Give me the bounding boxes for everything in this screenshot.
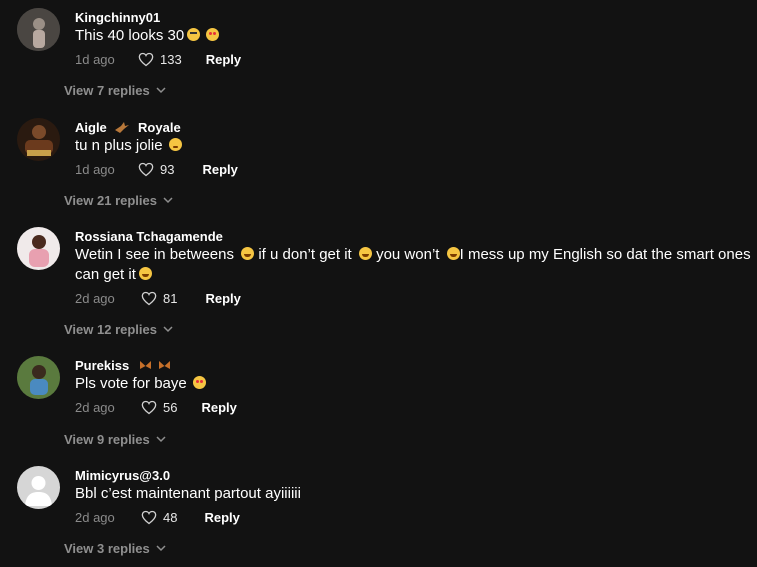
- heart-outline-icon[interactable]: [141, 291, 157, 306]
- avatar[interactable]: [17, 356, 60, 399]
- tears-of-joy-emoji: [241, 247, 255, 260]
- comment-username[interactable]: Aigle Royale: [75, 120, 181, 135]
- view-replies-label: View 3 replies: [64, 541, 150, 556]
- comment-text-body: tu n plus jolie: [75, 137, 163, 154]
- tears-of-joy-emoji: [446, 247, 460, 260]
- avatar[interactable]: [17, 118, 60, 161]
- comment-age: 1d ago: [75, 162, 115, 177]
- comment-text-part: I mess up my English so dat the smart on…: [459, 246, 751, 263]
- like-count: 56: [163, 400, 178, 415]
- comment-username[interactable]: Rossiana Tchagamende: [75, 229, 223, 244]
- comment-text-body: Bbl c’est maintenant partout ayiiiiii: [75, 485, 301, 502]
- like-count: 93: [160, 162, 175, 177]
- view-replies-button[interactable]: View 12 replies: [64, 322, 173, 337]
- comment-text: Bbl c’est maintenant partout ayiiiiii: [75, 484, 757, 504]
- butterfly-icon: [159, 361, 171, 369]
- like-button[interactable]: 81: [141, 291, 177, 306]
- comment-username[interactable]: Kingchinny01: [75, 10, 160, 25]
- comment-text: Pls vote for baye: [75, 374, 757, 394]
- smirking-emoji: [168, 138, 182, 151]
- like-button[interactable]: 48: [141, 510, 177, 525]
- view-replies-label: View 21 replies: [64, 193, 157, 208]
- username-suffix: Royale: [138, 120, 181, 135]
- reply-button[interactable]: Reply: [201, 400, 236, 415]
- view-replies-button[interactable]: View 3 replies: [64, 541, 166, 556]
- comment-meta: 1d ago 133 Reply: [75, 52, 241, 67]
- rolling-eyes-emoji: [187, 28, 201, 41]
- reply-button[interactable]: Reply: [206, 52, 241, 67]
- view-replies-label: View 9 replies: [64, 432, 150, 447]
- chevron-down-icon: [156, 436, 166, 443]
- avatar[interactable]: [17, 227, 60, 270]
- heart-outline-icon[interactable]: [141, 510, 157, 525]
- butterfly-icon: [139, 361, 151, 369]
- tears-of-joy-emoji: [138, 267, 152, 280]
- smiling-hearts-emoji: [192, 376, 206, 389]
- reply-button[interactable]: Reply: [205, 291, 240, 306]
- comment-text-body: Pls vote for baye: [75, 375, 187, 392]
- reply-button[interactable]: Reply: [202, 162, 237, 177]
- username-text: Aigle: [75, 120, 107, 135]
- like-button[interactable]: 56: [141, 400, 177, 415]
- like-button[interactable]: 93: [138, 162, 174, 177]
- comment-meta: 2d ago 48 Reply: [75, 510, 240, 525]
- eagle-icon: [115, 122, 130, 133]
- comment-text: tu n plus jolie: [75, 136, 757, 156]
- comment-age: 2d ago: [75, 291, 115, 306]
- avatar[interactable]: [17, 8, 60, 51]
- reply-button[interactable]: Reply: [204, 510, 239, 525]
- default-avatar-icon: [17, 466, 60, 509]
- chevron-down-icon: [156, 87, 166, 94]
- comment-age: 1d ago: [75, 52, 115, 67]
- comment-age: 2d ago: [75, 510, 115, 525]
- view-replies-label: View 12 replies: [64, 322, 157, 337]
- heart-outline-icon[interactable]: [138, 52, 154, 67]
- comment-text-part: if u don’t get it: [258, 246, 352, 263]
- comment-text-part: can get it: [75, 266, 136, 283]
- comment-text-body: This 40 looks 30: [75, 27, 185, 44]
- comment-meta: 2d ago 56 Reply: [75, 400, 237, 415]
- heart-outline-icon[interactable]: [138, 162, 154, 177]
- comment-age: 2d ago: [75, 400, 115, 415]
- comment-text-part: Wetin I see in betweens: [75, 246, 234, 263]
- comment-text: This 40 looks 30: [75, 26, 757, 46]
- view-replies-button[interactable]: View 9 replies: [64, 432, 166, 447]
- view-replies-label: View 7 replies: [64, 83, 150, 98]
- heart-outline-icon[interactable]: [141, 400, 157, 415]
- tears-of-joy-emoji: [358, 247, 372, 260]
- comment-meta: 1d ago 93 Reply: [75, 162, 238, 177]
- comment-username[interactable]: Purekiss: [75, 358, 171, 373]
- chevron-down-icon: [163, 197, 173, 204]
- view-replies-button[interactable]: View 7 replies: [64, 83, 166, 98]
- like-button[interactable]: 133: [138, 52, 182, 67]
- comment-text: Wetin I see in betweens if u don’t get i…: [75, 245, 757, 285]
- avatar[interactable]: [17, 466, 60, 509]
- comment-meta: 2d ago 81 Reply: [75, 291, 241, 306]
- like-count: 133: [160, 52, 182, 67]
- like-count: 81: [163, 291, 178, 306]
- comment-username[interactable]: Mimicyrus@3.0: [75, 468, 170, 483]
- chevron-down-icon: [163, 326, 173, 333]
- smiling-hearts-emoji: [206, 28, 220, 41]
- view-replies-button[interactable]: View 21 replies: [64, 193, 173, 208]
- username-text: Purekiss: [75, 358, 130, 373]
- like-count: 48: [163, 510, 178, 525]
- chevron-down-icon: [156, 545, 166, 552]
- comment-text-part: you won’t: [376, 246, 440, 263]
